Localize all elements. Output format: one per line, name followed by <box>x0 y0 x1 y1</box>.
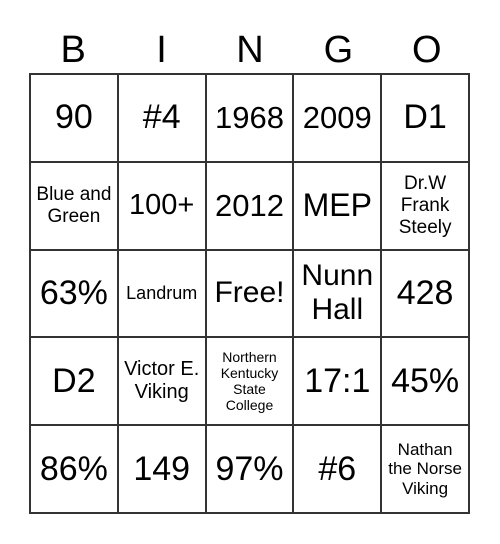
bingo-cell[interactable]: Landrum <box>117 249 206 338</box>
bingo-cell[interactable]: 97% <box>205 425 294 513</box>
bingo-cell[interactable]: Nunn Hall <box>293 249 382 338</box>
header-letter-n: N <box>236 29 264 71</box>
bingo-cell[interactable]: Dr.W Frank Steely <box>381 161 469 250</box>
header-letter-o: O <box>411 29 442 71</box>
bingo-cell[interactable]: 149 <box>117 425 206 513</box>
bingo-cell[interactable]: D1 <box>381 74 469 162</box>
bingo-cell-text: 2009 <box>302 100 372 136</box>
bingo-cell-text: Free! <box>214 276 285 310</box>
bingo-header: B I N G O <box>29 28 471 72</box>
bingo-cell[interactable]: D2 <box>30 337 118 426</box>
bingo-cell[interactable]: Blue and Green <box>30 161 118 250</box>
bingo-cell-text: #6 <box>318 449 357 488</box>
bingo-cell-text: 63% <box>39 273 108 312</box>
bingo-cell[interactable]: 63% <box>30 249 118 338</box>
bingo-cell-text: Nunn Hall <box>301 258 374 327</box>
bingo-cell-text: 17:1 <box>304 361 371 400</box>
bingo-cell-text: 1968 <box>215 100 284 136</box>
bingo-cell-text: 86% <box>39 449 108 488</box>
bingo-cell-text: 428 <box>396 273 454 312</box>
bingo-cell[interactable]: #6 <box>293 425 382 513</box>
bingo-cell-text: 45% <box>391 361 460 400</box>
bingo-cell[interactable]: 90 <box>30 74 118 162</box>
bingo-cell[interactable]: 86% <box>30 425 118 513</box>
bingo-cell[interactable]: 2009 <box>293 74 382 162</box>
bingo-cell[interactable]: Nathan the Norse Viking <box>381 425 469 513</box>
bingo-cell-text: MEP <box>302 187 372 224</box>
bingo-grid: 90 #4 1968 2009 D1 Blue and Green 100+ 2012 MEP D… <box>29 73 470 514</box>
bingo-cell-text: 100+ <box>129 189 195 222</box>
bingo-cell-text: Northern Kentucky State College <box>220 349 279 414</box>
bingo-cell[interactable]: 45% <box>381 337 469 426</box>
bingo-cell[interactable]: #4 <box>117 74 206 162</box>
bingo-cell[interactable]: Victor E. Viking <box>117 337 206 426</box>
bingo-cell[interactable]: 1968 <box>205 74 294 162</box>
bingo-cell-text: Dr.W Frank Steely <box>398 172 452 238</box>
bingo-cell[interactable]: Northern Kentucky State College <box>205 337 294 426</box>
bingo-cell[interactable]: 2012 <box>205 161 294 250</box>
bingo-cell[interactable]: MEP <box>293 161 382 250</box>
bingo-cell-text: 2012 <box>215 187 284 223</box>
header-letter-g: G <box>323 29 354 71</box>
bingo-cell-text: Blue and Green <box>36 183 112 227</box>
bingo-cell[interactable]: 100+ <box>117 161 206 250</box>
bingo-cell[interactable]: 428 <box>381 249 469 338</box>
bingo-cell-text: Nathan the Norse Viking <box>388 439 462 498</box>
header-letter-i: I <box>156 29 167 71</box>
bingo-cell-text: 149 <box>133 449 191 488</box>
bingo-cell-text: 97% <box>215 449 284 488</box>
bingo-cell-text: D2 <box>52 361 96 400</box>
header-letter-b: B <box>60 29 86 71</box>
bingo-cell-text: Victor E. Viking <box>124 358 200 404</box>
bingo-cell-text: #4 <box>142 98 181 137</box>
bingo-cell[interactable]: Free! <box>205 249 294 338</box>
bingo-cell-text: 90 <box>54 98 93 137</box>
bingo-cell-text: Landrum <box>126 283 198 304</box>
bingo-cell-text: D1 <box>403 98 447 137</box>
bingo-cell[interactable]: 17:1 <box>293 337 382 426</box>
